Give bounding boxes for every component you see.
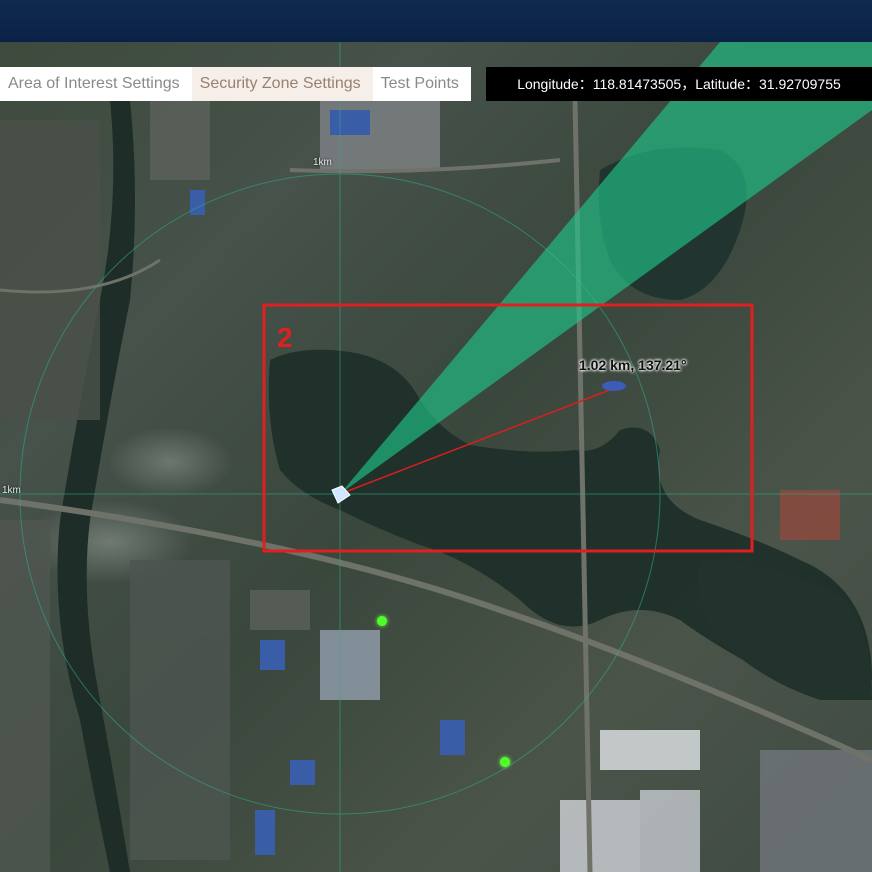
tab-area-of-interest[interactable]: Area of Interest Settings <box>0 67 192 101</box>
test-point-marker[interactable] <box>377 616 387 626</box>
map-overlay <box>0 42 872 872</box>
pond-right <box>697 560 872 700</box>
coordinate-readout: Longitude：118.81473505，Latitude：31.92709… <box>486 67 872 101</box>
tab-security-zone[interactable]: Security Zone Settings <box>191 67 373 101</box>
top-header-bar <box>0 0 872 43</box>
measurement-target <box>602 381 626 391</box>
scale-label-left: 1km <box>2 485 21 496</box>
test-point-marker[interactable] <box>500 757 510 767</box>
zone-number-label: 2 <box>277 322 293 353</box>
tab-test-points[interactable]: Test Points <box>373 67 471 101</box>
scale-label-top: 1km <box>313 157 332 168</box>
measurement-label: 1.02 km, 137.21° <box>579 357 687 373</box>
settings-tabs: Area of Interest Settings Security Zone … <box>0 67 471 101</box>
satellite-map[interactable]: 1km 1km 1.02 km, 137.21° 2 <box>0 42 872 872</box>
